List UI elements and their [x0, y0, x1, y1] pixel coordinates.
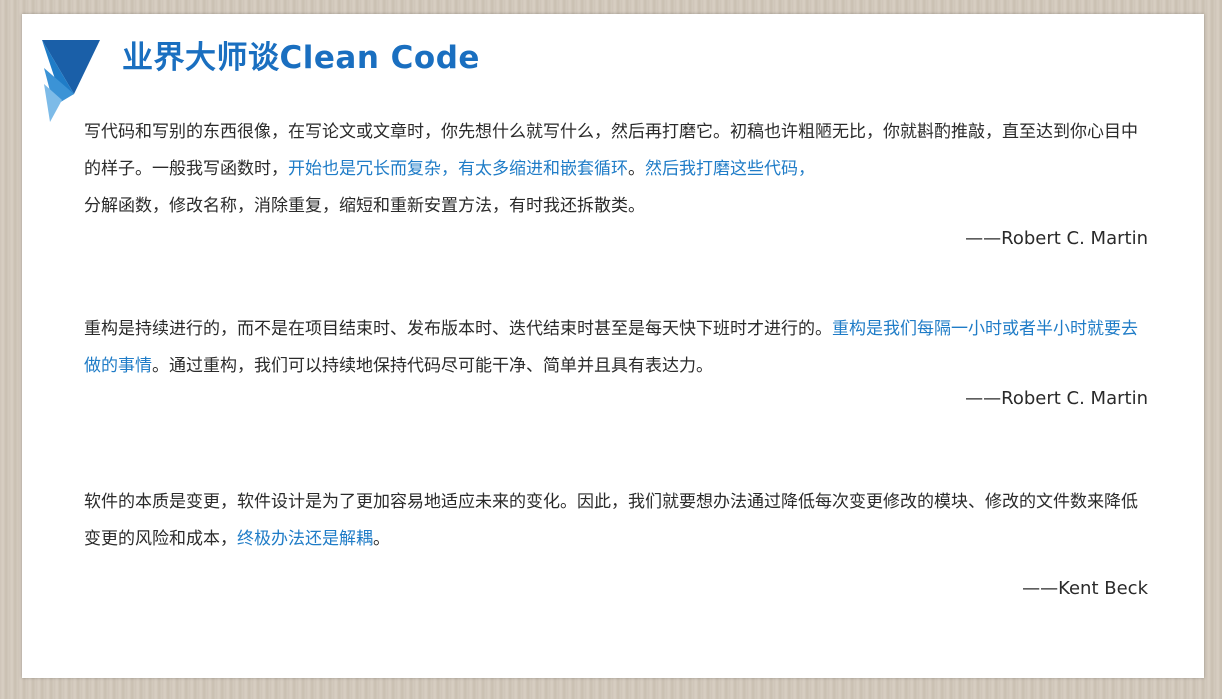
quote-author: ——Robert C. Martin: [965, 388, 1148, 409]
quote-highlight: 终极办法还是解耦: [237, 529, 373, 549]
quote-text-segment: 重构是持续进行的，而不是在项目结束时、发布版本时、迭代结束时甚至是每天快下班时才…: [84, 319, 832, 339]
quote-text-segment: 。通过重构，我们可以持续地保持代码尽可能干净、简单并且具有表达力。: [152, 356, 713, 376]
slide: 业界大师谈Clean Code 写代码和写别的东西很像，在写论文或文章时，你先想…: [22, 14, 1204, 678]
quote-kent-beck: 软件的本质是变更，软件设计是为了更加容易地适应未来的变化。因此，我们就要想办法通…: [84, 484, 1148, 599]
quote-robert-martin-1: 写代码和写别的东西很像，在写论文或文章时，你先想什么就写什么，然后再打磨它。初稿…: [84, 114, 1148, 249]
quote-text: 写代码和写别的东西很像，在写论文或文章时，你先想什么就写什么，然后再打磨它。初稿…: [84, 114, 1148, 225]
quote-text: 重构是持续进行的，而不是在项目结束时、发布版本时、迭代结束时甚至是每天快下班时才…: [84, 311, 1148, 385]
quote-text-segment: 。: [628, 159, 645, 179]
blue-layered-triangles-logo: [42, 40, 100, 122]
page-title: 业界大师谈Clean Code: [122, 40, 480, 76]
quote-robert-martin-2: 重构是持续进行的，而不是在项目结束时、发布版本时、迭代结束时甚至是每天快下班时才…: [84, 311, 1148, 409]
quote-text-segment: 分解函数，修改名称，消除重复，缩短和重新安置方法，有时我还拆散类。: [84, 196, 645, 216]
quote-text: 软件的本质是变更，软件设计是为了更加容易地适应未来的变化。因此，我们就要想办法通…: [84, 484, 1148, 558]
quote-author: ——Kent Beck: [1022, 578, 1148, 599]
quote-text-segment: 。: [373, 529, 390, 549]
quote-highlight: 开始也是冗长而复杂，有太多缩进和嵌套循环: [288, 159, 628, 179]
quote-author: ——Robert C. Martin: [965, 228, 1148, 249]
quote-highlight: 然后我打磨这些代码，: [645, 159, 815, 179]
